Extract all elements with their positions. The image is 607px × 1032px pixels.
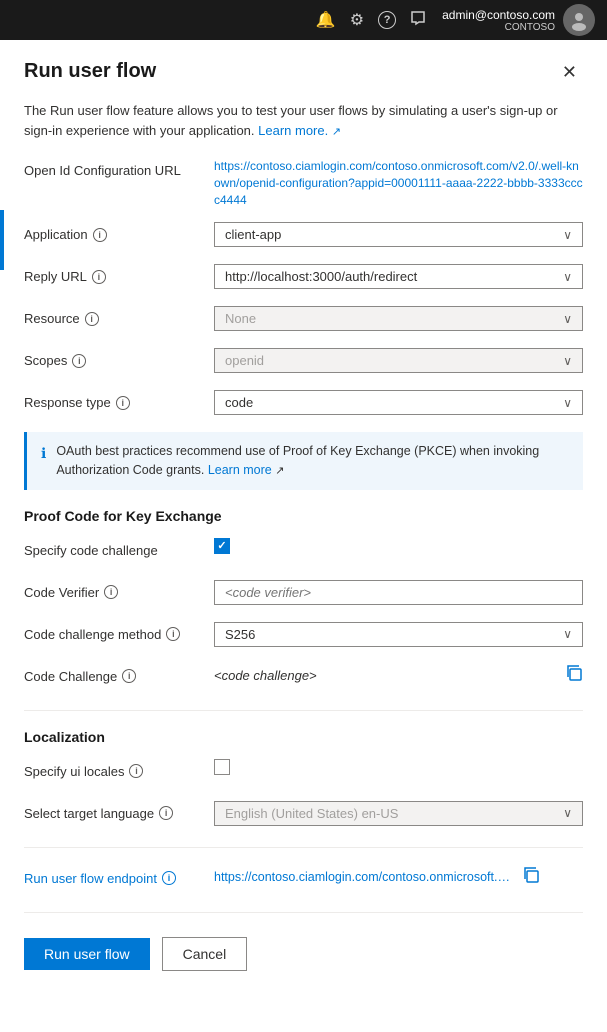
panel-header: Run user flow ✕ bbox=[24, 60, 583, 85]
code-verifier-info-icon[interactable]: i bbox=[104, 585, 118, 599]
response-type-dropdown[interactable]: code ∨ bbox=[214, 390, 583, 415]
code-challenge-method-row: Code challenge method i S256 ∨ bbox=[24, 622, 583, 650]
topbar-user: admin@contoso.com CONTOSO bbox=[442, 4, 595, 36]
scopes-dropdown-arrow: ∨ bbox=[563, 354, 572, 368]
run-endpoint-row: Run user flow endpoint i https://contoso… bbox=[24, 866, 583, 894]
run-endpoint-url[interactable]: https://contoso.ciamlogin.com/contoso.on… bbox=[214, 870, 514, 884]
specify-code-checkbox[interactable]: ✓ bbox=[214, 538, 230, 554]
description: The Run user flow feature allows you to … bbox=[24, 101, 583, 140]
topbar-user-info: admin@contoso.com CONTOSO bbox=[442, 8, 555, 33]
application-row: Application i client-app ∨ bbox=[24, 222, 583, 250]
openid-url-row: Open Id Configuration URL https://contos… bbox=[24, 158, 583, 208]
reply-url-dropdown[interactable]: http://localhost:3000/auth/redirect ∨ bbox=[214, 264, 583, 289]
select-target-lang-label: Select target language i bbox=[24, 801, 214, 821]
code-challenge-info-icon[interactable]: i bbox=[122, 669, 136, 683]
scopes-row: Scopes i openid ∨ bbox=[24, 348, 583, 376]
specify-code-row: Specify code challenge ✓ bbox=[24, 538, 583, 566]
code-verifier-row: Code Verifier i bbox=[24, 580, 583, 608]
resource-dropdown[interactable]: None ∨ bbox=[214, 306, 583, 331]
resource-info-icon[interactable]: i bbox=[85, 312, 99, 326]
openid-url-value[interactable]: https://contoso.ciamlogin.com/contoso.on… bbox=[214, 159, 583, 207]
left-accent-bar bbox=[0, 210, 4, 270]
topbar-icons: 🔔 ⚙ ? bbox=[316, 10, 426, 31]
select-target-lang-arrow: ∨ bbox=[563, 806, 572, 820]
code-challenge-copy-icon[interactable] bbox=[565, 664, 583, 687]
resource-row: Resource i None ∨ bbox=[24, 306, 583, 334]
response-type-dropdown-arrow: ∨ bbox=[563, 396, 572, 410]
reply-url-label: Reply URL i bbox=[24, 264, 214, 284]
info-box-text: OAuth best practices recommend use of Pr… bbox=[56, 442, 569, 480]
cancel-button[interactable]: Cancel bbox=[162, 937, 248, 971]
divider-2 bbox=[24, 847, 583, 848]
run-user-flow-button[interactable]: Run user flow bbox=[24, 938, 150, 970]
application-label: Application i bbox=[24, 222, 214, 242]
info-box-icon: ℹ bbox=[41, 443, 46, 464]
gear-icon[interactable]: ⚙ bbox=[350, 10, 364, 30]
specify-ui-locales-row: Specify ui locales i bbox=[24, 759, 583, 787]
reply-url-dropdown-arrow: ∨ bbox=[563, 270, 572, 284]
scopes-dropdown[interactable]: openid ∨ bbox=[214, 348, 583, 373]
help-icon[interactable]: ? bbox=[378, 11, 396, 29]
code-challenge-method-info-icon[interactable]: i bbox=[166, 627, 180, 641]
specify-code-checkbox-container: ✓ bbox=[214, 538, 583, 554]
reply-url-row: Reply URL i http://localhost:3000/auth/r… bbox=[24, 264, 583, 292]
run-user-flow-panel: Run user flow ✕ The Run user flow featur… bbox=[0, 40, 607, 1032]
response-type-row: Response type i code ∨ bbox=[24, 390, 583, 418]
code-challenge-method-dropdown[interactable]: S256 ∨ bbox=[214, 622, 583, 647]
specify-ui-locales-checkbox-container bbox=[214, 759, 583, 775]
code-challenge-label: Code Challenge i bbox=[24, 664, 214, 684]
reply-url-info-icon[interactable]: i bbox=[92, 270, 106, 284]
specify-ui-locales-checkbox[interactable] bbox=[214, 759, 230, 775]
application-dropdown-arrow: ∨ bbox=[563, 228, 572, 242]
resource-label: Resource i bbox=[24, 306, 214, 326]
checkbox-check-icon: ✓ bbox=[217, 539, 226, 552]
code-challenge-method-label: Code challenge method i bbox=[24, 622, 214, 642]
specify-code-label: Specify code challenge bbox=[24, 538, 214, 558]
divider-1 bbox=[24, 710, 583, 711]
response-type-info-icon[interactable]: i bbox=[116, 396, 130, 410]
select-target-lang-row: Select target language i English (United… bbox=[24, 801, 583, 829]
openid-label: Open Id Configuration URL bbox=[24, 158, 214, 178]
learn-more-link[interactable]: Learn more. bbox=[258, 123, 328, 138]
select-target-lang-dropdown[interactable]: English (United States) en-US ∨ bbox=[214, 801, 583, 826]
application-dropdown[interactable]: client-app ∨ bbox=[214, 222, 583, 247]
code-verifier-label: Code Verifier i bbox=[24, 580, 214, 600]
code-challenge-value-container: <code challenge> bbox=[214, 664, 583, 687]
code-challenge-text: <code challenge> bbox=[214, 668, 317, 683]
topbar: 🔔 ⚙ ? admin@contoso.com CONTOSO bbox=[0, 0, 607, 40]
code-challenge-row: Code Challenge i <code challenge> bbox=[24, 664, 583, 692]
code-challenge-method-arrow: ∨ bbox=[563, 627, 572, 641]
footer-actions: Run user flow Cancel bbox=[24, 937, 583, 971]
select-target-lang-info-icon[interactable]: i bbox=[159, 806, 173, 820]
resource-dropdown-arrow: ∨ bbox=[563, 312, 572, 326]
run-endpoint-label: Run user flow endpoint i bbox=[24, 866, 214, 886]
endpoint-row: https://contoso.ciamlogin.com/contoso.on… bbox=[214, 866, 583, 889]
avatar[interactable] bbox=[563, 4, 595, 36]
user-tenant: CONTOSO bbox=[442, 22, 555, 33]
endpoint-copy-icon[interactable] bbox=[522, 866, 540, 889]
bell-icon[interactable]: 🔔 bbox=[316, 10, 336, 30]
response-type-label: Response type i bbox=[24, 390, 214, 410]
pkce-section-heading: Proof Code for Key Exchange bbox=[24, 508, 583, 524]
run-endpoint-info-icon[interactable]: i bbox=[162, 871, 176, 885]
specify-ui-locales-info-icon[interactable]: i bbox=[129, 764, 143, 778]
localization-section-heading: Localization bbox=[24, 729, 583, 745]
learn-more-pkce-link[interactable]: Learn more bbox=[208, 463, 272, 477]
scopes-label: Scopes i bbox=[24, 348, 214, 368]
pkce-external-link-icon: ↗ bbox=[275, 465, 284, 477]
code-verifier-input[interactable] bbox=[214, 580, 583, 605]
external-link-icon: ↗ bbox=[332, 126, 341, 138]
application-info-icon[interactable]: i bbox=[93, 228, 107, 242]
user-email: admin@contoso.com bbox=[442, 8, 555, 22]
specify-ui-locales-label: Specify ui locales i bbox=[24, 759, 214, 779]
panel-title: Run user flow bbox=[24, 60, 156, 83]
divider-3 bbox=[24, 912, 583, 913]
close-button[interactable]: ✕ bbox=[556, 60, 583, 85]
feedback-icon[interactable] bbox=[410, 10, 426, 31]
scopes-info-icon[interactable]: i bbox=[72, 354, 86, 368]
pkce-info-box: ℹ OAuth best practices recommend use of … bbox=[24, 432, 583, 490]
